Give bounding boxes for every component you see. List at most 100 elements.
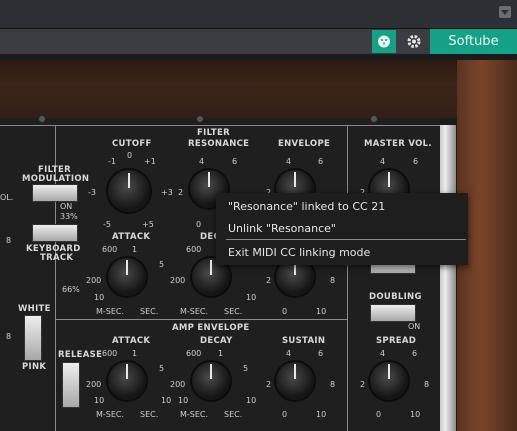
amp-attack-label: ATTACK [112, 336, 151, 346]
tick: 10 [316, 410, 327, 419]
tick: -3 [88, 188, 96, 197]
settings-button[interactable] [402, 30, 426, 53]
midi-icon [378, 35, 390, 48]
msec-label: M-SEC. [96, 307, 125, 316]
tick: 10 [178, 396, 189, 405]
tick: 600 [186, 245, 202, 254]
tick: 1 [132, 245, 138, 254]
menu-item-exit-midi-linking[interactable]: Exit MIDI CC linking mode [228, 246, 370, 259]
tick: -1 [108, 157, 116, 166]
tick: 10 [94, 293, 105, 302]
screw [370, 115, 378, 123]
pct2-label: 66% [62, 285, 80, 294]
tick: 10 [246, 396, 257, 405]
tick: 5 [243, 364, 249, 373]
sec-label: SEC. [140, 410, 159, 419]
section-amp-envelope-title: AMP ENVELOPE [172, 323, 250, 333]
tick: 4 [380, 349, 386, 358]
release-switch[interactable] [62, 362, 80, 408]
spread-knob[interactable] [370, 362, 408, 400]
tick: 8 [330, 276, 336, 285]
white-label: WHITE [18, 304, 51, 314]
tick: 10 [246, 293, 257, 302]
tick: 6 [318, 349, 324, 358]
tick: 8 [330, 380, 336, 389]
tick: 600 [102, 245, 118, 254]
tick: 6 [318, 157, 324, 166]
tick: 5 [159, 260, 165, 269]
amp-sustain-label: SUSTAIN [282, 336, 326, 346]
tick: 4 [286, 157, 292, 166]
noise-color-switch[interactable] [24, 315, 42, 361]
pct-label: 33% [60, 212, 78, 221]
tick: 4 [286, 349, 292, 358]
midi-learn-button[interactable] [372, 30, 396, 53]
doubling-label: DOUBLING [369, 292, 422, 302]
filter-attack-knob[interactable] [108, 258, 146, 296]
tick: 4 [380, 157, 386, 166]
softube-logo[interactable]: Softube [430, 29, 517, 54]
divider [0, 125, 440, 126]
dropdown-arrow-icon[interactable] [499, 6, 511, 18]
screw [196, 115, 204, 123]
gear-icon [407, 35, 421, 48]
tick: 1 [132, 349, 138, 358]
keyboard-track-switch[interactable] [32, 224, 78, 242]
spread-label: SPREAD [376, 336, 417, 346]
tick: -5 [103, 220, 111, 229]
tick: 2 [266, 276, 272, 285]
sec-label: SEC. [224, 307, 243, 316]
resonance-label: RESONANCE [188, 139, 250, 149]
tick: 4 [199, 157, 205, 166]
cutoff-label: CUTOFF [112, 139, 152, 149]
menu-item-unlink[interactable]: Unlink "Resonance" [228, 222, 336, 235]
tick: +3 [161, 188, 173, 197]
plugin-toolbar: Softube [0, 29, 517, 54]
tick: 200 [170, 380, 186, 389]
on-label: ON [60, 202, 73, 211]
divider [347, 125, 348, 431]
filter-mod-switch[interactable] [32, 184, 78, 202]
tick: 6 [413, 157, 419, 166]
tick: 5 [159, 364, 165, 373]
amp-sustain-knob[interactable] [276, 362, 314, 400]
menu-separator [226, 239, 466, 240]
top-bar [0, 0, 517, 29]
tick: 8 [424, 380, 430, 389]
filter-mod-label-2: MODULATION [22, 174, 90, 184]
amp-decay-label: DECAY [200, 336, 233, 346]
midi-cc-context-menu: "Resonance" linked to CC 21 Unlink "Reso… [216, 193, 468, 265]
msec-label: M-SEC. [96, 410, 125, 419]
tick: 600 [102, 349, 118, 358]
amp-attack-knob[interactable] [108, 362, 146, 400]
tick: 6 [412, 349, 418, 358]
cutoff-knob[interactable] [108, 170, 150, 212]
doubling-switch[interactable] [370, 304, 416, 322]
ol-label: OL. [0, 193, 14, 202]
tick: 200 [86, 380, 102, 389]
msec-label: M-SEC. [180, 410, 209, 419]
screw [38, 115, 46, 123]
amp-decay-knob[interactable] [192, 362, 230, 400]
tick: +5 [142, 220, 154, 229]
tick: 200 [170, 276, 186, 285]
sec-label: SEC. [140, 307, 159, 316]
release-label: RELEASE [58, 350, 103, 360]
tick: 10 [410, 410, 421, 419]
sec-label: SEC. [224, 410, 243, 419]
envelope-label: ENVELOPE [278, 139, 331, 149]
tick: 6 [232, 157, 238, 166]
metal-edge [438, 125, 456, 431]
on-label: ON [408, 322, 421, 331]
tick: 0 [127, 151, 133, 160]
tick: 2 [360, 380, 366, 389]
menu-item-cc-link-info[interactable]: "Resonance" linked to CC 21 [228, 200, 385, 213]
tick: 600 [186, 349, 202, 358]
track-label: TRACK [40, 253, 74, 263]
pink-label: PINK [22, 362, 47, 372]
tick: 0 [376, 410, 382, 419]
tick: 2 [178, 188, 184, 197]
tick: 200 [86, 276, 102, 285]
tick: 10 [316, 307, 327, 316]
tick: 0 [196, 220, 202, 229]
